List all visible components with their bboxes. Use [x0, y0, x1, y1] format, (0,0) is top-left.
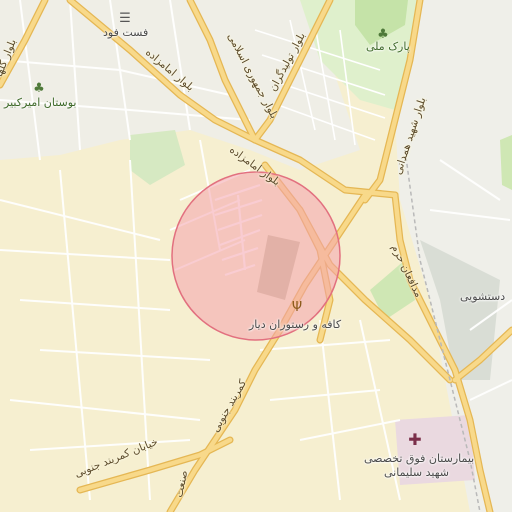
poi-park-label[interactable]: پارک ملی	[366, 40, 410, 53]
poi-fast-food-label[interactable]: فست فود	[103, 26, 148, 39]
poi-toilet-label[interactable]: دستشویی	[460, 290, 505, 303]
cross-icon[interactable]: ✚	[407, 432, 423, 448]
burger-icon[interactable]: ☰	[118, 12, 132, 25]
tree-icon[interactable]: ♣	[32, 82, 46, 95]
poi-cafe-label[interactable]: کافه و رستوران دیار	[249, 318, 341, 331]
map-canvas[interactable]: ☰ فست فود ♣ پارک ملی ♣ بوستان امیرکبیر Ψ…	[0, 0, 512, 512]
poi-hospital-label-line2[interactable]: شهید سلیمانی	[384, 466, 449, 479]
poi-garden-label[interactable]: بوستان امیرکبیر	[4, 96, 77, 109]
search-radius-circle	[171, 171, 341, 341]
restaurant-icon[interactable]: Ψ	[290, 301, 304, 314]
poi-hospital-label-line1[interactable]: بیمارستان فوق تخصصی	[364, 452, 474, 465]
